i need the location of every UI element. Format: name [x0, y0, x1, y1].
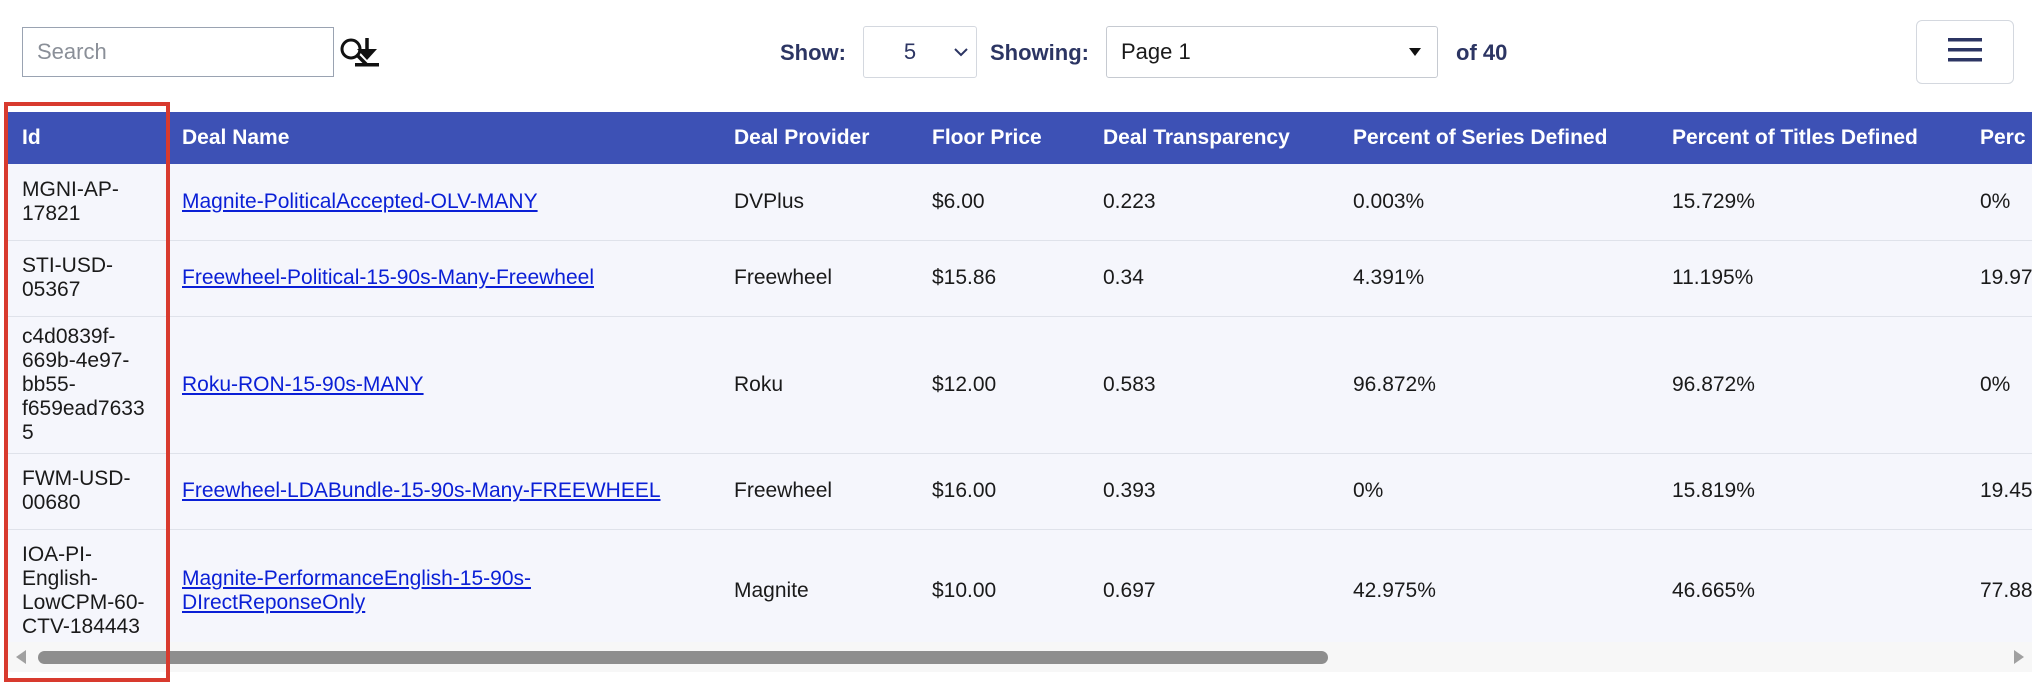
cell-deal-name: Freewheel-LDABundle-15-90s-Many-FREEWHEE… [168, 453, 720, 530]
showing-label: Showing: [990, 40, 1089, 65]
cell-deal-provider: Freewheel [720, 240, 918, 317]
deal-name-link[interactable]: Roku-RON-15-90s-MANY [182, 373, 424, 396]
cell-floor-price: $15.86 [918, 240, 1089, 317]
scroll-right-icon[interactable] [2012, 649, 2026, 670]
horizontal-scrollbar[interactable] [8, 642, 2032, 672]
deals-table-container: Id Deal Name Deal Provider Floor Price D… [8, 112, 2032, 642]
caret-down-icon [1393, 47, 1437, 57]
cell-deal-transparency: 0.223 [1089, 164, 1339, 241]
cell-id: c4d0839f-669b-4e97-bb55-f659ead76335 [8, 316, 168, 454]
cell-percent-series-defined: 0.003% [1339, 164, 1658, 241]
scrollbar-thumb[interactable] [38, 651, 1328, 664]
column-header-percent-titles-defined[interactable]: Percent of Titles Defined [1658, 112, 1966, 164]
page-size-value: 5 [903, 39, 917, 64]
column-header-floor-price[interactable]: Floor Price [918, 112, 1089, 164]
chevron-down-icon [946, 47, 976, 57]
cell-deal-name: Freewheel-Political-15-90s-Many-Freewhee… [168, 240, 720, 317]
column-header-deal-name[interactable]: Deal Name [168, 112, 720, 164]
deal-name-link[interactable]: Freewheel-Political-15-90s-Many-Freewhee… [182, 266, 594, 289]
table-row: STI-USD-05367 Freewheel-Political-15-90s… [8, 240, 2032, 317]
cell-floor-price: $12.00 [918, 316, 1089, 454]
cell-deal-provider: Magnite [720, 529, 918, 642]
show-label: Show: [780, 40, 846, 65]
deal-name-link[interactable]: Freewheel-LDABundle-15-90s-Many-FREEWHEE… [182, 479, 661, 502]
cell-deal-name: Magnite-PerformanceEnglish-15-90s-DIrect… [168, 529, 720, 642]
cell-floor-price: $10.00 [918, 529, 1089, 642]
cell-deal-transparency: 0.34 [1089, 240, 1339, 317]
cell-id: STI-USD-05367 [8, 240, 168, 317]
cell-percent-titles-defined: 11.195% [1658, 240, 1966, 317]
cell-deal-provider: DVPlus [720, 164, 918, 241]
column-header-deal-provider[interactable]: Deal Provider [720, 112, 918, 164]
cell-floor-price: $6.00 [918, 164, 1089, 241]
cell-perc: 0% [1966, 316, 2032, 454]
column-header-deal-transparency[interactable]: Deal Transparency [1089, 112, 1339, 164]
cell-deal-provider: Freewheel [720, 453, 918, 530]
column-header-percent-series-defined[interactable]: Percent of Series Defined [1339, 112, 1658, 164]
table-row: c4d0839f-669b-4e97-bb55-f659ead76335 Rok… [8, 316, 2032, 454]
cell-floor-price: $16.00 [918, 453, 1089, 530]
cell-deal-provider: Roku [720, 316, 918, 454]
cell-percent-titles-defined: 46.665% [1658, 529, 1966, 642]
table-row: IOA-PI-English-LowCPM-60-CTV-184443 Magn… [8, 529, 2032, 642]
page-select[interactable]: Page 1 [1106, 26, 1438, 78]
cell-deal-name: Roku-RON-15-90s-MANY [168, 316, 720, 454]
deals-table: Id Deal Name Deal Provider Floor Price D… [8, 112, 2032, 642]
search-input[interactable] [23, 28, 339, 76]
cell-percent-series-defined: 4.391% [1339, 240, 1658, 317]
cell-perc: 19.97 [1966, 240, 2032, 317]
cell-perc: 77.88 [1966, 529, 2032, 642]
cell-perc: 19.45 [1966, 453, 2032, 530]
cell-percent-titles-defined: 15.819% [1658, 453, 1966, 530]
hamburger-menu-icon [1946, 35, 1984, 70]
cell-percent-series-defined: 96.872% [1339, 316, 1658, 454]
cell-percent-titles-defined: 15.729% [1658, 164, 1966, 241]
column-header-id[interactable]: Id [8, 112, 168, 164]
cell-deal-name: Magnite-PoliticalAccepted-OLV-MANY [168, 164, 720, 241]
cell-perc: 0% [1966, 164, 2032, 241]
deal-name-link[interactable]: Magnite-PoliticalAccepted-OLV-MANY [182, 190, 538, 213]
cell-deal-transparency: 0.583 [1089, 316, 1339, 454]
cell-percent-series-defined: 0% [1339, 453, 1658, 530]
table-header-row: Id Deal Name Deal Provider Floor Price D… [8, 112, 2032, 164]
toolbar: Show: 5 Showing: Page 1 of 40 [0, 0, 2036, 110]
cell-id: MGNI-AP-17821 [8, 164, 168, 241]
scroll-left-icon[interactable] [14, 649, 28, 670]
search-box [22, 27, 368, 77]
cell-deal-transparency: 0.393 [1089, 453, 1339, 530]
cell-id: FWM-USD-00680 [8, 453, 168, 530]
page-select-value: Page 1 [1121, 39, 1191, 64]
page-count-label: of 40 [1456, 40, 1508, 65]
cell-percent-titles-defined: 96.872% [1658, 316, 1966, 454]
menu-button[interactable] [1916, 20, 2014, 84]
table-row: FWM-USD-00680 Freewheel-LDABundle-15-90s… [8, 453, 2032, 530]
table-row: MGNI-AP-17821 Magnite-PoliticalAccepted-… [8, 164, 2032, 241]
column-header-perc[interactable]: Perc [1966, 112, 2032, 164]
cell-id: IOA-PI-English-LowCPM-60-CTV-184443 [8, 529, 168, 642]
deal-name-link[interactable]: Magnite-PerformanceEnglish-15-90s-DIrect… [182, 567, 531, 614]
cell-percent-series-defined: 42.975% [1339, 529, 1658, 642]
page-size-select[interactable]: 5 [863, 26, 977, 78]
download-icon[interactable] [350, 32, 384, 72]
cell-deal-transparency: 0.697 [1089, 529, 1339, 642]
